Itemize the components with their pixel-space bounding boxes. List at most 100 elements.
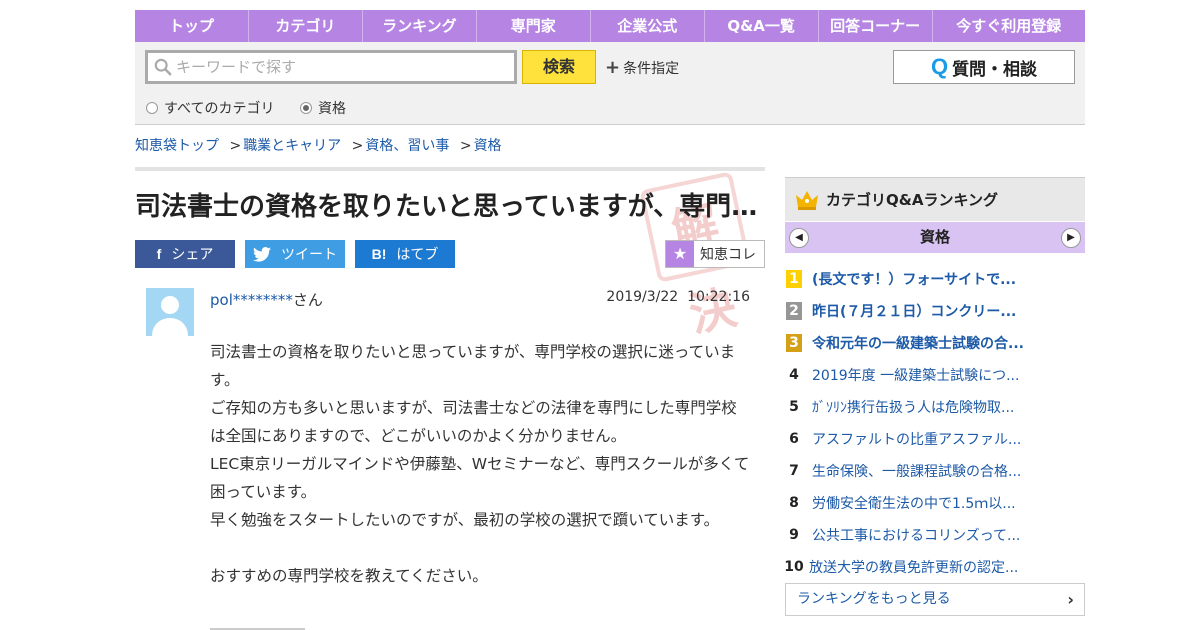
question-paragraph: LEC東京リーガルマインドや伊藤塾、Wセミナーなど、専門スクールが多くて困ってい… [210, 455, 750, 501]
avatar[interactable] [146, 288, 194, 336]
user-silhouette-icon [152, 296, 188, 336]
ranking-item[interactable]: 1 (長文です！）フォーサイトで... [785, 263, 1085, 295]
radio-this-category[interactable]: 資格 [300, 98, 346, 118]
divider [135, 167, 765, 171]
chevron-right-icon: › [1067, 590, 1074, 609]
ranking-category: 資格 [919, 228, 950, 246]
nav-item-register[interactable]: 今すぐ利用登録 [933, 10, 1085, 42]
breadcrumb-item-top[interactable]: 知恵袋トップ [135, 138, 219, 154]
radio-selected-icon [300, 102, 312, 114]
ranking-item-text: 昨日(７月２１日）コンクリー... [812, 304, 1017, 320]
plus-icon: + [605, 57, 621, 78]
rank-badge: 2 [786, 302, 802, 320]
rank-number: 7 [789, 463, 799, 479]
facebook-share-label: シェア [171, 247, 214, 263]
breadcrumb-separator: > [229, 138, 242, 154]
breadcrumb-separator: > [351, 138, 364, 154]
author-link[interactable]: pol******** [210, 291, 293, 309]
breadcrumb-item-license[interactable]: 資格 [474, 138, 502, 154]
radio-icon [146, 102, 158, 114]
facebook-icon: f [156, 246, 162, 262]
ranking-item-text: 生命保険、一般課程試験の合格... [812, 464, 1022, 480]
search-icon [154, 58, 172, 76]
hatena-label: はてブ [396, 247, 439, 263]
ranking-header: カテゴリQ&Aランキング [785, 177, 1085, 221]
ranking-item[interactable]: 5 ｶﾞｿﾘﾝ携行缶扱う人は危険物取... [785, 391, 1085, 423]
nav-item-official[interactable]: 企業公式 [591, 10, 705, 42]
nav-item-top[interactable]: トップ [135, 10, 249, 42]
post-time: 10:22:16 [687, 289, 750, 305]
ranking-item-text: ｶﾞｿﾘﾝ携行缶扱う人は危険物取... [812, 400, 1015, 416]
rank-number: 6 [789, 431, 799, 447]
ranking-item-text: (長文です！）フォーサイトで... [812, 272, 1017, 288]
q-icon: Q [930, 54, 949, 79]
breadcrumb: 知恵袋トップ > 職業とキャリア > 資格、習い事 > 資格 [135, 135, 502, 155]
star-icon: ★ [666, 241, 694, 267]
nav-item-qa-list[interactable]: Q&A一覧 [705, 10, 819, 42]
ranking-item-text: 2019年度 一級建築士試験につ... [812, 368, 1020, 384]
twitter-share-label: ツイート [281, 247, 337, 263]
post-datetime: 2019/3/22 10:22:16 [560, 289, 750, 305]
radio-label: 資格 [318, 101, 346, 117]
more-ranking-link[interactable]: ランキングをもっと見る › [785, 583, 1085, 616]
condition-label: 条件指定 [623, 60, 680, 77]
ask-question-button[interactable]: Q 質問・相談 [893, 50, 1075, 84]
hatena-bookmark-button[interactable]: B! はてブ [355, 240, 455, 268]
question-paragraph: ご存知の方も多いと思いますが、司法書士などの法律を専門にした専門学校は全国にあり… [210, 399, 737, 445]
nav-item-experts[interactable]: 専門家 [477, 10, 591, 42]
question-body: 司法書士の資格を取りたいと思っていますが、専門学校の選択に迷っています。 ご存知… [210, 338, 750, 590]
breadcrumb-separator: > [459, 138, 472, 154]
ranking-item[interactable]: 2 昨日(７月２１日）コンクリー... [785, 295, 1085, 327]
ranking-item[interactable]: 10 放送大学の教員免許更新の認定... [784, 551, 1085, 583]
next-arrow-icon[interactable]: ▶ [1061, 228, 1081, 248]
question-paragraph: 早く勉強をスタートしたいのですが、最初の学校の選択で躓いています。 [210, 511, 720, 529]
rank-badge: 3 [786, 334, 802, 352]
question-paragraph: おすすめの専門学校を教えてください。 [210, 567, 488, 585]
question-author: pol********さん [210, 289, 323, 310]
condition-toggle[interactable]: + 条件指定 [605, 57, 679, 78]
ranking-item[interactable]: 4 2019年度 一級建築士試験につ... [785, 359, 1085, 391]
ranking-item-text: 労働安全衛生法の中で1.5ｍ以... [812, 496, 1016, 512]
ranking-item-text: 公共工事におけるコリンズって... [812, 528, 1021, 544]
prev-arrow-icon[interactable]: ◀ [789, 228, 809, 248]
search-input[interactable] [176, 58, 506, 76]
rank-number: 5 [789, 399, 799, 415]
breadcrumb-item-lessons[interactable]: 資格、習い事 [365, 138, 449, 154]
rank-badge: 1 [786, 270, 802, 288]
author-suffix: さん [292, 291, 323, 309]
question-title: 司法書士の資格を取りたいと思っていますが、専門学校の選択に迷っています。 [135, 192, 765, 222]
rank-number: 10 [784, 559, 804, 575]
question-paragraph [210, 534, 750, 562]
nav-item-category[interactable]: カテゴリ [249, 10, 363, 42]
ranking-list: 1 (長文です！）フォーサイトで... 2 昨日(７月２１日）コンクリー... … [784, 263, 1085, 583]
ranking-item[interactable]: 6 アスファルトの比重アスファル... [785, 423, 1085, 455]
ranking-item[interactable]: 8 労働安全衛生法の中で1.5ｍ以... [785, 487, 1085, 519]
post-date: 2019/3/22 [606, 289, 679, 305]
chie-collection-button[interactable]: ★ 知恵コレ [665, 240, 765, 268]
question-paragraph: 司法書士の資格を取りたいと思っていますが、専門学校の選択に迷っています。 [210, 343, 736, 389]
hatena-icon: B! [371, 246, 387, 262]
search-box[interactable] [145, 50, 517, 84]
global-nav: トップ カテゴリ ランキング 専門家 企業公式 Q&A一覧 回答コーナー 今すぐ… [135, 10, 1085, 42]
chie-collection-label: 知恵コレ [700, 247, 756, 263]
crown-icon [796, 190, 818, 210]
ranking-item[interactable]: 7 生命保険、一般課程試験の合格... [785, 455, 1085, 487]
nav-item-answer-corner[interactable]: 回答コーナー [819, 10, 933, 42]
ranking-category-bar: ◀ 資格 ▶ [785, 222, 1085, 253]
rank-number: 8 [789, 495, 799, 511]
facebook-share-button[interactable]: f シェア [135, 240, 235, 268]
ask-question-label: 質問・相談 [952, 59, 1038, 80]
rank-number: 9 [789, 527, 799, 543]
search-button[interactable]: 検索 [522, 50, 596, 84]
ranking-title: カテゴリQ&Aランキング [826, 191, 998, 209]
search-area: 検索 + 条件指定 Q 質問・相談 すべてのカテゴリ 資格 [135, 42, 1085, 125]
ranking-item[interactable]: 9 公共工事におけるコリンズって... [785, 519, 1085, 551]
twitter-icon [253, 246, 271, 262]
rank-number: 4 [789, 367, 799, 383]
radio-all-categories[interactable]: すべてのカテゴリ [146, 98, 274, 118]
ranking-item[interactable]: 3 令和元年の一級建築士試験の合... [785, 327, 1085, 359]
breadcrumb-item-career[interactable]: 職業とキャリア [243, 138, 341, 154]
twitter-share-button[interactable]: ツイート [245, 240, 345, 268]
ranking-item-text: 令和元年の一級建築士試験の合... [812, 336, 1024, 352]
nav-item-ranking[interactable]: ランキング [363, 10, 477, 42]
